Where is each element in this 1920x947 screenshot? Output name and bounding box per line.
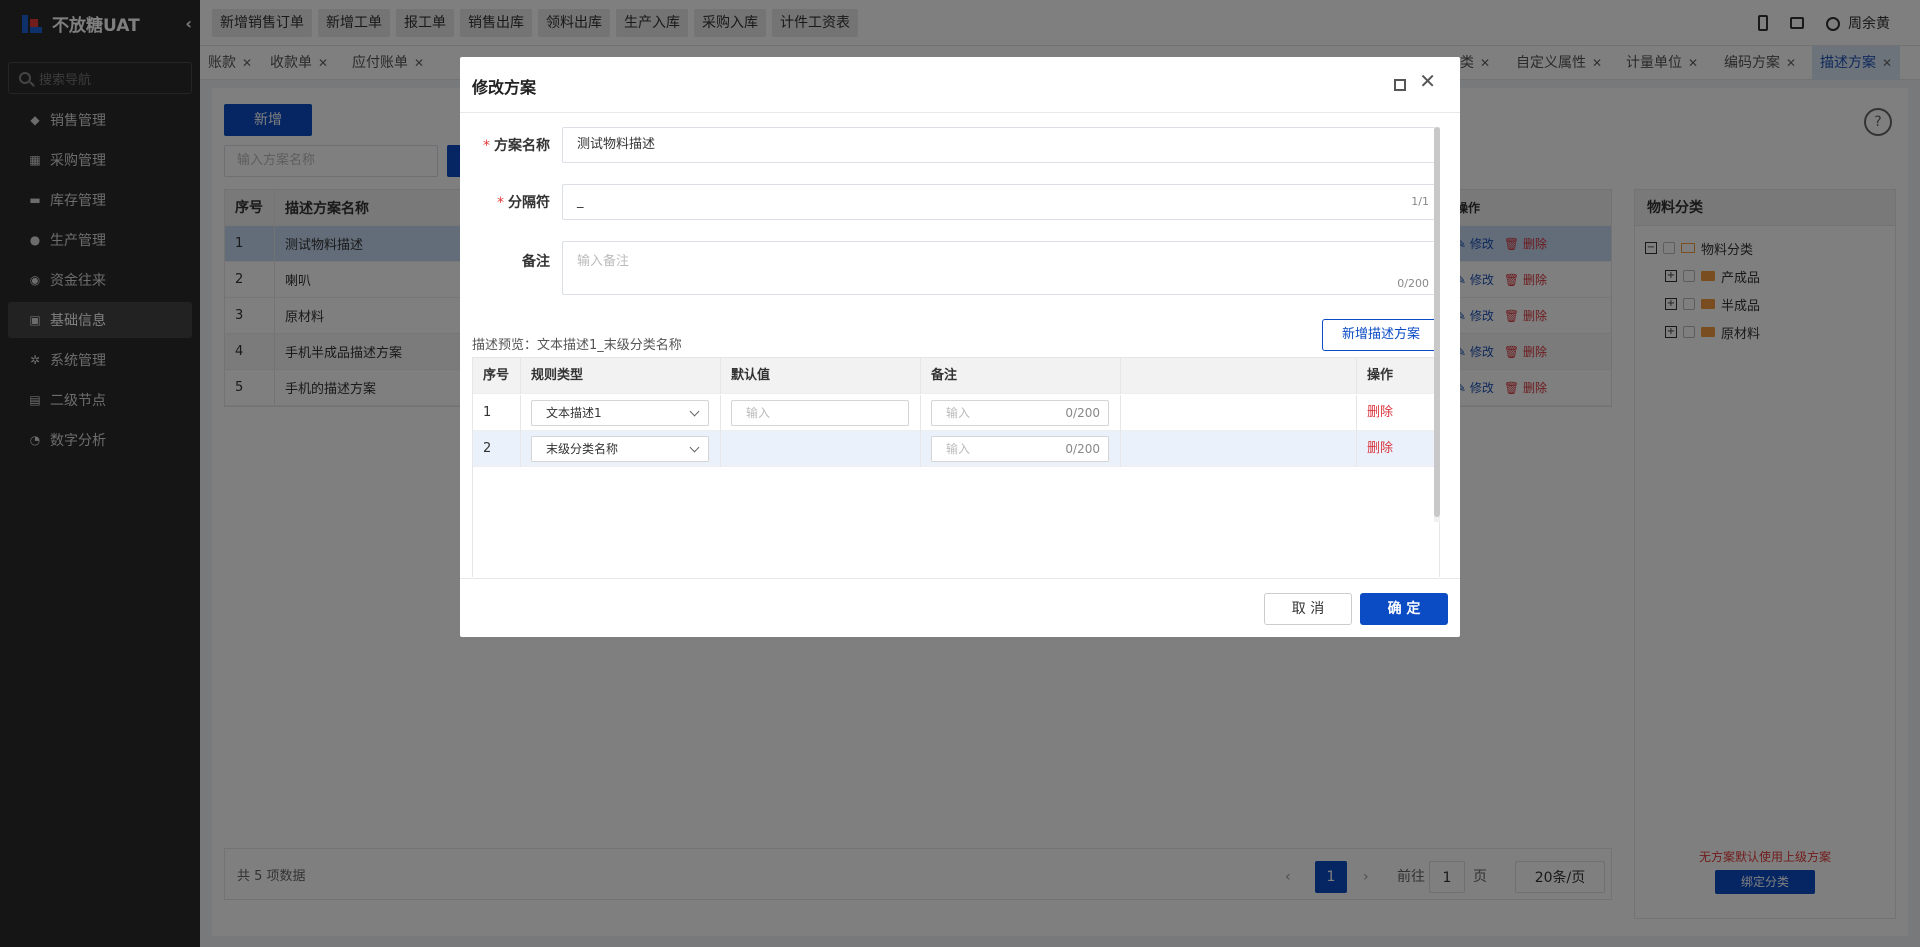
default-value-input[interactable]: 输入 <box>731 400 909 426</box>
chevron-down-icon <box>689 442 700 453</box>
separator-label: * 分隔符 <box>460 192 550 212</box>
required-mark: * <box>497 195 504 211</box>
divider <box>460 578 1460 579</box>
rule-row: 2 末级分类名称 输入 0/200 删除 <box>473 431 1439 467</box>
rule-default-cell: 输入 <box>721 395 921 431</box>
separator-value: _ <box>577 194 584 209</box>
close-icon[interactable]: ✕ <box>1419 69 1436 93</box>
char-count: 0/200 <box>1065 442 1100 456</box>
char-count: 0/200 <box>1397 277 1429 290</box>
label-text: 备注 <box>522 254 550 270</box>
rules-header: 序号 规则类型 默认值 备注 操作 <box>473 358 1439 394</box>
rule-note-cell: 输入 0/200 <box>921 431 1121 467</box>
description-preview: 描述预览：文本描述1_末级分类名称 <box>472 338 682 353</box>
col-ops: 操作 <box>1367 368 1394 383</box>
rule-ops-cell: 删除 <box>1357 395 1439 431</box>
col-num: 序号 <box>473 358 521 394</box>
blank-cell <box>1121 431 1357 467</box>
col-type: 规则类型 <box>521 358 721 394</box>
char-count: 0/200 <box>1065 406 1100 420</box>
rule-note-input[interactable]: 输入 0/200 <box>931 436 1109 462</box>
edit-scheme-dialog: 修改方案 ✕ * 方案名称 测试物料描述 * 分隔符 _ 1/1 备注 输入备注 0/2… <box>460 57 1460 637</box>
rule-ops-cell: 删除 <box>1357 431 1439 467</box>
placeholder: 输入 <box>946 406 971 420</box>
placeholder: 输入 <box>946 442 971 456</box>
dialog-body: * 方案名称 测试物料描述 * 分隔符 _ 1/1 备注 输入备注 0/200 描述预览… <box>460 113 1460 578</box>
delete-rule-button[interactable]: 删除 <box>1367 405 1393 420</box>
cancel-button[interactable]: 取 消 <box>1264 593 1352 625</box>
rule-type-value: 文本描述1 <box>546 406 602 420</box>
col-default: 默认值 <box>721 358 921 394</box>
confirm-button[interactable]: 确 定 <box>1360 593 1448 625</box>
fullscreen-icon[interactable] <box>1394 79 1406 91</box>
label-text: 方案名称 <box>494 138 550 154</box>
rule-type-cell: 末级分类名称 <box>521 431 721 467</box>
rule-row: 1 文本描述1 输入 输入 0/200 删除 <box>473 395 1439 431</box>
col-note: 备注 <box>921 358 1121 394</box>
delete-rule-button[interactable]: 删除 <box>1367 441 1393 456</box>
col-blank <box>1121 358 1357 394</box>
note-label: 备注 <box>460 251 550 271</box>
dialog-scrollbar[interactable] <box>1434 127 1440 522</box>
rule-num: 2 <box>473 431 521 467</box>
rule-type-select[interactable]: 末级分类名称 <box>531 436 709 462</box>
add-description-button[interactable]: 新增描述方案 <box>1322 319 1440 351</box>
rules-table: 序号 规则类型 默认值 备注 操作 1 文本描述1 输入 输入 0/200 删除 … <box>472 357 1440 577</box>
label-text: 分隔符 <box>508 195 550 211</box>
name-label: * 方案名称 <box>460 135 550 155</box>
scheme-name-input[interactable]: 测试物料描述 <box>562 127 1440 163</box>
rule-num: 1 <box>473 395 521 431</box>
rule-type-select[interactable]: 文本描述1 <box>531 400 709 426</box>
char-count: 1/1 <box>1411 195 1429 208</box>
note-placeholder: 输入备注 <box>577 254 630 269</box>
rule-type-value: 末级分类名称 <box>546 442 619 456</box>
scrollbar-thumb[interactable] <box>1434 127 1440 517</box>
blank-cell <box>1121 395 1357 431</box>
rule-default-cell <box>721 431 921 467</box>
required-mark: * <box>483 138 490 154</box>
chevron-down-icon <box>689 406 700 417</box>
rule-note-input[interactable]: 输入 0/200 <box>931 400 1109 426</box>
note-textarea[interactable]: 输入备注 0/200 <box>562 241 1440 295</box>
separator-input[interactable]: _ 1/1 <box>562 184 1440 220</box>
dialog-title: 修改方案 <box>472 78 537 97</box>
rule-note-cell: 输入 0/200 <box>921 395 1121 431</box>
rule-type-cell: 文本描述1 <box>521 395 721 431</box>
